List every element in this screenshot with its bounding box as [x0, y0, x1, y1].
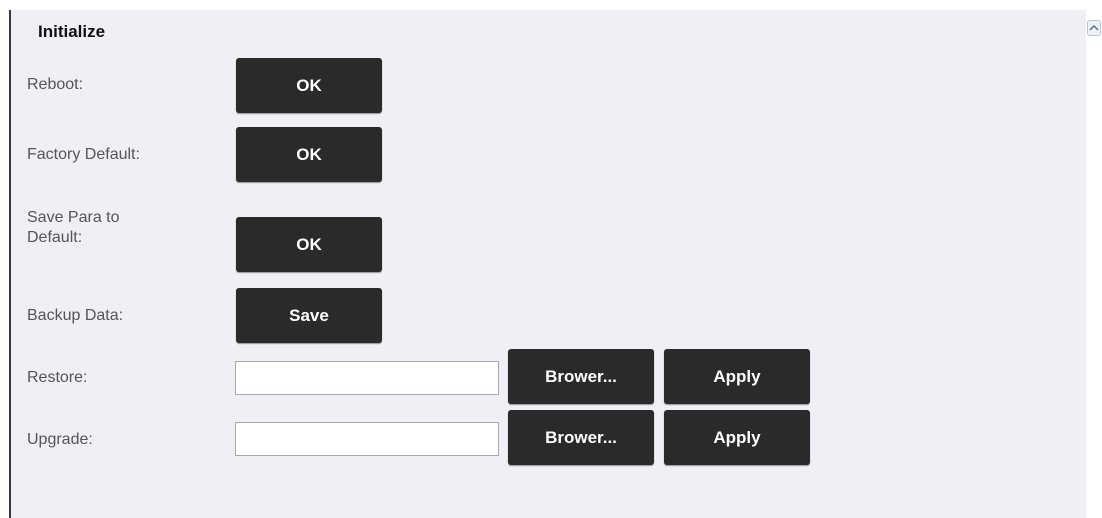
chevron-up-icon [1089, 24, 1099, 31]
reboot-label: Reboot: [27, 76, 84, 93]
save-para-label: Save Para to Default: [27, 208, 120, 248]
app-window: Initialize Reboot: OK Factory Default: O… [0, 0, 1102, 518]
restore-label: Restore: [27, 369, 88, 386]
save-para-label-line2: Default: [27, 229, 83, 246]
save-para-ok-button[interactable]: OK [236, 217, 382, 272]
restore-browse-button[interactable]: Brower... [508, 349, 654, 404]
backup-save-button[interactable]: Save [236, 288, 382, 343]
save-para-label-line1: Save Para to [27, 209, 120, 226]
upgrade-apply-button[interactable]: Apply [664, 410, 810, 465]
scroll-up-button[interactable] [1087, 20, 1101, 36]
restore-file-input[interactable] [235, 361, 499, 395]
section-title: Initialize [38, 22, 106, 41]
restore-apply-button[interactable]: Apply [664, 349, 810, 404]
factory-default-ok-button[interactable]: OK [236, 127, 382, 182]
upgrade-file-input[interactable] [235, 422, 499, 456]
backup-data-label: Backup Data: [27, 307, 124, 324]
vertical-scrollbar[interactable] [1086, 10, 1102, 518]
upgrade-browse-button[interactable]: Brower... [508, 410, 654, 465]
reboot-ok-button[interactable]: OK [236, 58, 382, 113]
factory-default-label: Factory Default: [27, 146, 140, 163]
upgrade-label: Upgrade: [27, 431, 93, 448]
